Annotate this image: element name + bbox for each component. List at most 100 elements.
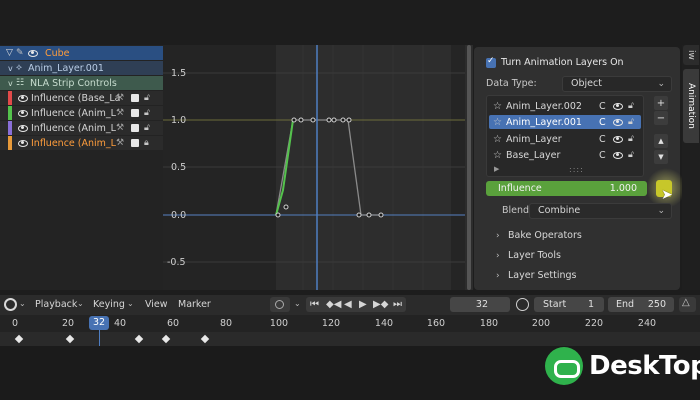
unlock-icon[interactable]: 🔓︎ (144, 108, 153, 118)
influence-label: Influence (498, 183, 542, 194)
layer-item[interactable]: ☆ Base_Layer C 🔓︎ (489, 148, 641, 162)
unlock-icon[interactable]: 🔓︎ (628, 101, 638, 111)
mute-checkbox[interactable] (131, 94, 139, 102)
channel-nla-row[interactable]: v ☷ NLA Strip Controls (0, 76, 163, 90)
layer-item-selected[interactable]: ☆ Anim_Layer.001 C 🔓︎ (489, 115, 641, 129)
chevron-down-icon[interactable]: ⌄ (77, 299, 84, 308)
chevron-down-icon[interactable]: ⌄ (294, 299, 301, 308)
lock-icon[interactable]: 🔒︎ (144, 138, 153, 148)
chevron-down-icon[interactable]: ⌄ (127, 299, 134, 308)
pin-icon[interactable]: ✎ (16, 48, 28, 58)
visibility-icon[interactable] (613, 135, 623, 143)
tab-animation[interactable]: Animation (683, 69, 699, 143)
list-filter-toggle-icon[interactable]: ▶ (494, 165, 499, 173)
chevron-down-icon[interactable]: ⌄ (19, 299, 26, 308)
mute-checkbox[interactable] (131, 139, 139, 147)
play-reverse-icon[interactable]: ◀ (344, 299, 352, 310)
menu-playback[interactable]: Playback (35, 299, 77, 310)
enable-layers-checkbox[interactable]: Turn Animation Layers On (486, 56, 624, 68)
layer-flag[interactable]: C (599, 134, 613, 145)
layer-flag[interactable]: C (599, 101, 613, 112)
graph-editor-canvas[interactable]: 1.5 1.0 0.5 0.0 -0.5 (163, 45, 465, 290)
mute-checkbox[interactable] (131, 109, 139, 117)
star-icon[interactable]: ☆ (493, 117, 505, 128)
clock-icon[interactable] (4, 298, 17, 311)
blend-dropdown[interactable]: Combine ⌄ (529, 203, 672, 219)
current-frame-field[interactable]: 32 (450, 297, 510, 312)
start-frame-field[interactable]: Start 1 (534, 297, 604, 312)
channel-influence-row[interactable]: Influence (Base_La ⚒ 🔓︎ (0, 91, 163, 105)
visibility-icon[interactable] (18, 109, 28, 117)
tab-view[interactable]: iw (683, 45, 699, 65)
collapse-arrow-icon[interactable]: v (8, 79, 16, 88)
channel-object-row[interactable]: ▽ ✎ Cube (0, 46, 163, 60)
wrench-icon[interactable]: ⚒ (116, 123, 126, 133)
keyframe-diamond[interactable] (14, 334, 24, 344)
stopwatch-icon[interactable] (516, 298, 529, 311)
frame-tick: 100 (269, 318, 289, 329)
current-frame-indicator[interactable]: 32 (89, 316, 109, 330)
timeline-options-button[interactable]: △ (679, 297, 696, 312)
collapse-arrow-icon[interactable]: v (8, 64, 16, 73)
next-keyframe-icon[interactable]: ▶◆ (373, 299, 388, 310)
keyframe-diamond[interactable] (200, 334, 210, 344)
bake-operators-section[interactable]: › Bake Operators (496, 230, 582, 241)
star-icon[interactable]: ☆ (493, 150, 505, 161)
visibility-icon[interactable] (613, 118, 623, 126)
unlock-icon[interactable]: 🔓︎ (144, 123, 153, 133)
jump-end-icon[interactable]: ⏭ (393, 299, 402, 310)
unlock-icon[interactable]: 🔓︎ (628, 150, 638, 160)
visibility-icon[interactable] (18, 94, 28, 102)
expand-icon[interactable]: ▽ (6, 48, 16, 58)
layer-item[interactable]: ☆ Anim_Layer C 🔓︎ (489, 132, 641, 146)
move-layer-down-button[interactable]: ▼ (654, 150, 668, 164)
graph-y-tick: -0.5 (167, 257, 186, 268)
wrench-icon[interactable]: ⚒ (116, 93, 126, 103)
menu-marker[interactable]: Marker (178, 299, 211, 310)
end-frame-field[interactable]: End 250 (608, 297, 674, 312)
timeline-keyframe-track[interactable] (0, 332, 700, 346)
layer-flag[interactable]: C (599, 150, 613, 161)
unlock-icon[interactable]: 🔓︎ (628, 134, 638, 144)
visibility-icon[interactable] (613, 151, 623, 159)
menu-keying[interactable]: Keying (93, 299, 125, 310)
remove-layer-button[interactable]: − (654, 111, 668, 125)
sidebar-tab-strip: iw Animation (682, 45, 700, 290)
channel-influence-row[interactable]: Influence (Anim_L ⚒ 🔓︎ (0, 106, 163, 120)
star-icon[interactable]: ☆ (493, 134, 505, 145)
unlock-icon[interactable]: 🔓︎ (628, 117, 638, 127)
keyframe-diamond[interactable] (134, 334, 144, 344)
keyframe-diamond[interactable] (65, 334, 75, 344)
layer-list[interactable]: ☆ Anim_Layer.002 C 🔓︎ ☆ Anim_Layer.001 C… (486, 95, 644, 177)
wrench-icon[interactable]: ⚒ (116, 108, 126, 118)
layer-item[interactable]: ☆ Anim_Layer.002 C 🔓︎ (489, 99, 641, 113)
mute-checkbox[interactable] (131, 124, 139, 132)
prev-keyframe-icon[interactable]: ◆◀ (326, 299, 341, 310)
keyframe-diamond[interactable] (161, 334, 171, 344)
channel-influence-row[interactable]: Influence (Anim_L ⚒ 🔓︎ (0, 121, 163, 135)
jump-start-icon[interactable]: ⏮ (310, 299, 319, 310)
move-layer-up-button[interactable]: ▲ (654, 134, 668, 148)
visibility-icon[interactable] (18, 124, 28, 132)
checkbox-checked-icon[interactable] (486, 56, 496, 68)
list-resize-handle[interactable]: :::: (569, 165, 584, 174)
menu-view[interactable]: View (145, 299, 168, 310)
visibility-icon[interactable] (613, 102, 623, 110)
channel-action-row[interactable]: v ⟡ Anim_Layer.001 (0, 61, 163, 75)
visibility-icon[interactable] (18, 139, 28, 147)
layer-settings-section[interactable]: › Layer Settings (496, 270, 576, 281)
play-icon[interactable]: ▶ (359, 299, 367, 310)
sidebar-scrollbar[interactable] (465, 45, 473, 290)
star-icon[interactable]: ☆ (493, 101, 505, 112)
auto-key-button[interactable] (270, 297, 290, 312)
influence-slider[interactable]: Influence 1.000 (486, 181, 647, 196)
wrench-icon[interactable]: ⚒ (116, 138, 126, 148)
layer-flag[interactable]: C (599, 117, 613, 128)
add-layer-button[interactable]: + (654, 96, 668, 110)
visibility-icon[interactable] (28, 49, 38, 57)
channel-influence-row[interactable]: Influence (Anim_L ⚒ 🔒︎ (0, 136, 163, 150)
data-type-dropdown[interactable]: Object ⌄ (562, 76, 672, 92)
scrollbar-thumb[interactable] (467, 45, 471, 290)
unlock-icon[interactable]: 🔓︎ (144, 93, 153, 103)
layer-tools-section[interactable]: › Layer Tools (496, 250, 561, 261)
